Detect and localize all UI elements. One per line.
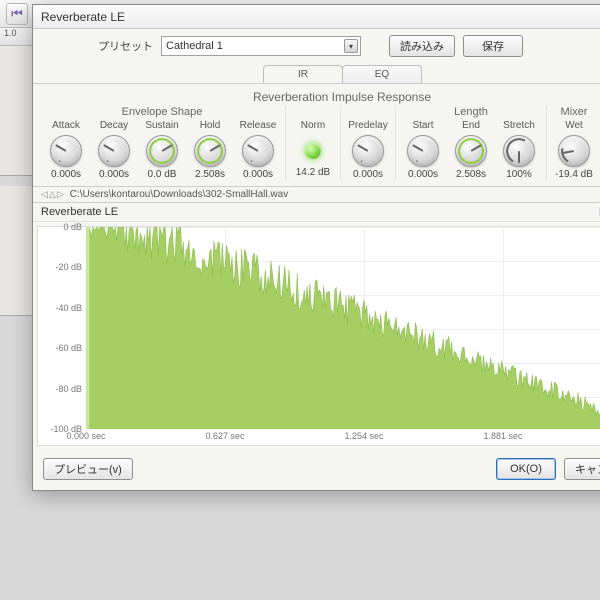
knob-sustain[interactable]: Sustain 0.0 dB xyxy=(139,120,185,180)
knob-panel: Envelope Shape Attack 0.000s Decay 0.000… xyxy=(33,106,600,187)
group-predelay: Predelay 0.000s xyxy=(341,106,396,180)
knob-start[interactable]: Start 0.000s xyxy=(400,120,446,180)
knob-wet[interactable]: Wet -19.4 dB xyxy=(551,120,597,180)
preset-row: プリセット Cathedral 1 ▾ 読み込み 保存 xyxy=(33,29,600,63)
knob-decay[interactable]: Decay 0.000s xyxy=(91,120,137,180)
preview-button[interactable]: プレビュー(v) xyxy=(43,458,133,480)
chevron-down-icon[interactable]: ▾ xyxy=(344,39,358,53)
cancel-button[interactable]: キャンセル xyxy=(564,458,600,480)
knob-release[interactable]: Release 0.000s xyxy=(235,120,281,180)
preset-combo[interactable]: Cathedral 1 ▾ xyxy=(161,36,361,56)
norm-indicator[interactable]: Norm 14.2 dB xyxy=(290,120,336,178)
norm-led-icon xyxy=(305,143,321,159)
knob-predelay[interactable]: Predelay 0.000s xyxy=(345,120,391,180)
home-ir-icon[interactable]: △ xyxy=(49,189,56,200)
save-button[interactable]: 保存 xyxy=(463,35,523,57)
group-envelope: Envelope Shape Attack 0.000s Decay 0.000… xyxy=(39,106,286,180)
reverberate-dialog: Reverberate LE プリセット Cathedral 1 ▾ 読み込み … xyxy=(32,4,600,491)
group-length-title: Length xyxy=(454,106,488,120)
y-axis-labels: 0 dB-20 dB-40 dB-60 dB-80 dB-100 dB xyxy=(38,227,84,429)
knob-stretch[interactable]: Stretch 100% xyxy=(496,120,542,180)
prev-ir-icon[interactable]: ◁ xyxy=(41,189,48,200)
dialog-button-bar: プレビュー(v) OK(O) キャンセル xyxy=(33,450,600,490)
preset-value: Cathedral 1 xyxy=(166,40,223,52)
preset-label: プリセット xyxy=(43,38,153,54)
impulse-graph[interactable]: 0 dB-20 dB-40 dB-60 dB-80 dB-100 dB 0.00… xyxy=(37,226,600,446)
group-envelope-title: Envelope Shape xyxy=(122,106,203,120)
section-title: Reverberation Impulse Response xyxy=(33,83,600,106)
ok-button[interactable]: OK(O) xyxy=(496,458,556,480)
ir-path-row: ◁ △ ▷ C:\Users\kontarou\Downloads\302-Sm… xyxy=(33,187,600,203)
group-mixer-title: Mixer xyxy=(561,106,588,120)
tabs: IR EQ xyxy=(33,65,600,83)
ir-path: C:\Users\kontarou\Downloads\302-SmallHal… xyxy=(70,189,600,200)
nav-icons[interactable]: ◁ △ ▷ xyxy=(41,189,64,200)
tab-ir[interactable]: IR xyxy=(263,65,343,83)
load-button[interactable]: 読み込み xyxy=(389,35,455,57)
plugin-name-bar: Reverberate LE LiquidS xyxy=(33,203,600,222)
next-ir-icon[interactable]: ▷ xyxy=(57,189,64,200)
tab-eq[interactable]: EQ xyxy=(342,65,422,83)
group-mixer: Mixer Wet -19.4 dB xyxy=(547,106,600,180)
x-axis-labels: 0.000 sec0.627 sec1.254 sec1.881 sec2. xyxy=(86,431,600,445)
skip-start-icon[interactable]: ⏮ xyxy=(6,3,28,25)
group-norm: Norm 14.2 dB xyxy=(286,106,341,180)
plugin-name: Reverberate LE xyxy=(41,206,118,218)
impulse-decay xyxy=(86,227,600,429)
knob-attack[interactable]: Attack 0.000s xyxy=(43,120,89,180)
dialog-titlebar[interactable]: Reverberate LE xyxy=(33,5,600,29)
knob-end[interactable]: End 2.508s xyxy=(448,120,494,180)
impulse-graph-area: 0 dB-20 dB-40 dB-60 dB-80 dB-100 dB 0.00… xyxy=(33,222,600,450)
dialog-title: Reverberate LE xyxy=(41,10,125,24)
knob-hold[interactable]: Hold 2.508s xyxy=(187,120,233,180)
group-length: Length Start 0.000s End 2.508s Stretch 1… xyxy=(396,106,547,180)
